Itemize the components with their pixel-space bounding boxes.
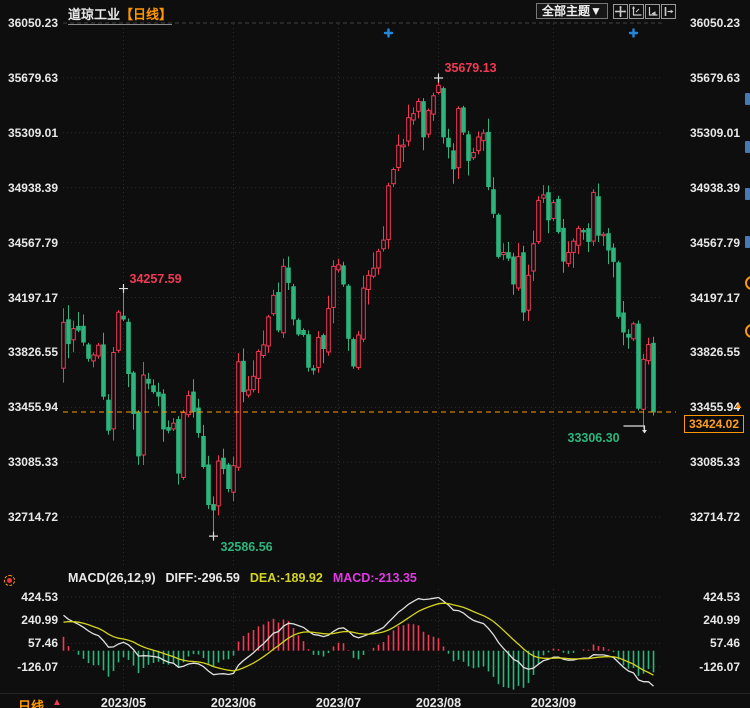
period-switch[interactable]: 日线 [18, 696, 44, 708]
clipped-panel-fragment [745, 141, 750, 153]
period-arrow-icon: ▲ [52, 697, 62, 708]
theme-dropdown[interactable]: 全部主题▼ [536, 3, 608, 19]
month-tick-label: 2023/08 [416, 696, 461, 708]
month-tick-label: 2023/07 [316, 696, 361, 708]
symbol-name: 道琼工业 [68, 7, 120, 22]
price-up-arrow-icon: ▲ [734, 400, 743, 410]
clipped-panel-fragment [745, 188, 750, 200]
annotation-period-high: 35679.13 [445, 61, 497, 75]
clipped-panel-fragment [745, 236, 750, 248]
macd-header: MACD(26,12,9) DIFF:-296.59 DEA:-189.92 MACD… [68, 571, 427, 585]
macd-diff-value: DIFF:-296.59 [166, 571, 240, 585]
chart-title[interactable]: 道琼工业【日线】 [68, 4, 172, 25]
current-price-badge: 33424.02 [684, 415, 744, 433]
chart-canvas[interactable] [0, 0, 750, 708]
annotation-sep-low: 33306.30 [568, 431, 620, 445]
indicator-settings-icon[interactable] [4, 575, 15, 586]
time-axis-bar: 日线 ▲ 2023/05 2023/06 2023/07 2023/08 2023/09 [0, 693, 750, 708]
period-tag: 【日线】 [120, 7, 172, 22]
annotation-may-high: 34257.59 [130, 272, 182, 286]
macd-formula: MACD(26,12,9) [68, 571, 156, 585]
clipped-panel-fragment [745, 93, 750, 105]
annotation-period-low: 32586.56 [221, 540, 273, 554]
chart-window: 道琼工业【日线】 全部主题▼ 36050.2335679.6335309.013… [0, 0, 750, 708]
month-tick-label: 2023/09 [531, 696, 576, 708]
macd-macd-value: MACD:-213.35 [333, 571, 417, 585]
month-tick-label: 2023/06 [211, 696, 256, 708]
macd-dea-value: DEA:-189.92 [250, 571, 323, 585]
month-tick-label: 2023/05 [101, 696, 146, 708]
